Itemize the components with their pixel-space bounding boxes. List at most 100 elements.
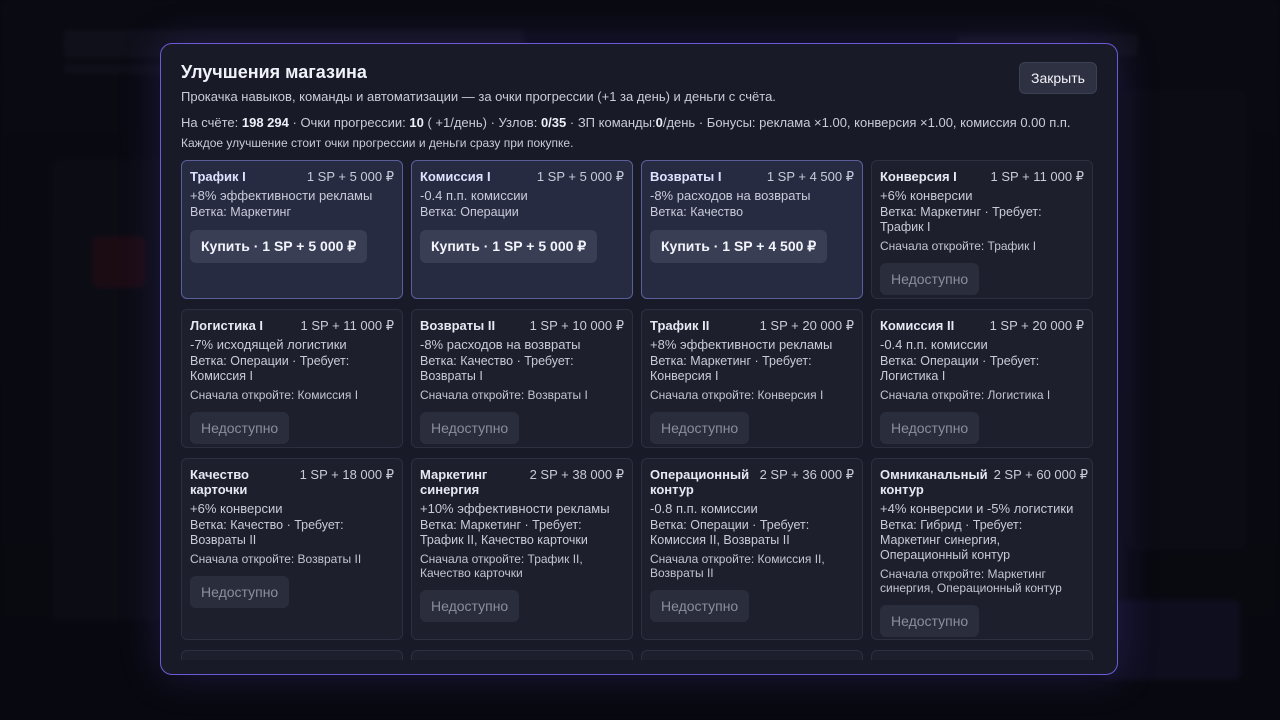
salary-value: 0 bbox=[655, 115, 663, 130]
upgrade-lock-note: Сначала откройте: Маркетинг синергия, Оп… bbox=[880, 567, 1062, 595]
modal-description: Прокачка навыков, команды и автоматизаци… bbox=[181, 89, 776, 104]
upgrade-card-header: Качество карточки 1 SP + 18 000 ₽ bbox=[190, 467, 394, 497]
upgrade-name: Омниканальный контур bbox=[880, 467, 988, 497]
upgrade-branch: Ветка: Операции · Требует: Логистика I bbox=[880, 354, 1040, 383]
upgrade-effect: -8% расходов на возвраты bbox=[420, 337, 581, 352]
upgrade-cost: 1 SP + 20 000 ₽ bbox=[989, 318, 1084, 333]
upgrade-cost: 1 SP + 18 000 ₽ bbox=[299, 467, 394, 482]
upgrades-grid-scroll[interactable]: Трафик I 1 SP + 5 000 ₽ +8% эффективности … bbox=[181, 160, 1097, 660]
upgrade-card-header: Трафик I 1 SP + 5 000 ₽ bbox=[190, 169, 394, 184]
unavailable-button: Недоступно bbox=[880, 412, 980, 444]
upgrade-branch: Ветка: Маркетинг · Требует: Конверсия I bbox=[650, 354, 812, 383]
bonuses-text: · Бонусы: реклама ×1.00, конверсия ×1.00… bbox=[698, 115, 1071, 130]
upgrade-name: Трафик I bbox=[190, 169, 246, 184]
upgrade-effect: -0.4 п.п. комиссии bbox=[880, 337, 988, 352]
upgrade-card-header: Омниканальный контур 2 SP + 60 000 ₽ bbox=[880, 467, 1088, 497]
upgrade-effect: +8% эффективности рекламы bbox=[190, 188, 373, 203]
upgrade-card: Качество карточки 1 SP + 18 000 ₽ +6% конв… bbox=[181, 458, 403, 640]
upgrade-card-partial bbox=[411, 650, 633, 660]
unavailable-button: Недоступно bbox=[880, 605, 980, 637]
upgrade-card-partial bbox=[871, 650, 1093, 660]
upgrade-effect: +6% конверсии bbox=[880, 188, 973, 203]
upgrade-card: Трафик II 1 SP + 20 000 ₽ +8% эффективност… bbox=[641, 309, 863, 448]
upgrade-card-partial bbox=[641, 650, 863, 660]
upgrade-card: Омниканальный контур 2 SP + 60 000 ₽ +4% к… bbox=[871, 458, 1093, 640]
upgrade-card: Возвраты II 1 SP + 10 000 ₽ -8% расходов н… bbox=[411, 309, 633, 448]
upgrade-card: Операционный контур 2 SP + 36 000 ₽ -0.8 п… bbox=[641, 458, 863, 640]
upgrade-cost: 1 SP + 11 000 ₽ bbox=[990, 169, 1084, 184]
upgrade-effect: -7% исходящей логистики bbox=[190, 337, 347, 352]
upgrade-branch: Ветка: Маркетинг bbox=[190, 205, 292, 219]
upgrade-card: Комиссия I 1 SP + 5 000 ₽ -0.4 п.п. комисс… bbox=[411, 160, 633, 299]
buy-upgrade-button[interactable]: Купить · 1 SP + 5 000 ₽ bbox=[420, 230, 598, 263]
close-button[interactable]: Закрыть bbox=[1019, 62, 1097, 94]
upgrade-effect: +8% эффективности рекламы bbox=[650, 337, 833, 352]
upgrade-name: Качество карточки bbox=[190, 467, 249, 497]
upgrades-modal: Улучшения магазина Прокачка навыков, ком… bbox=[160, 43, 1118, 675]
stats-line: На счёте: 198 294 · Очки прогрессии: 10 … bbox=[181, 115, 1071, 130]
upgrade-name: Конверсия I bbox=[880, 169, 957, 184]
upgrade-name: Комиссия II bbox=[880, 318, 955, 333]
upgrade-lock-note: Сначала откройте: Возвраты I bbox=[420, 388, 588, 402]
upgrade-card: Маркетинг синергия 2 SP + 38 000 ₽ +10% эф… bbox=[411, 458, 633, 640]
upgrade-lock-note: Сначала откройте: Трафик I bbox=[880, 239, 1037, 253]
upgrade-effect: +6% конверсии bbox=[190, 501, 283, 516]
upgrade-card-header: Возвраты I 1 SP + 4 500 ₽ bbox=[650, 169, 854, 184]
balance-value: 198 294 bbox=[241, 115, 289, 130]
upgrade-name: Логистика I bbox=[190, 318, 264, 333]
salary-unit: /день bbox=[662, 115, 696, 130]
upgrade-effect: -0.8 п.п. комиссии bbox=[650, 501, 758, 516]
upgrade-lock-note: Сначала откройте: Возвраты II bbox=[190, 552, 362, 566]
upgrade-effect: -8% расходов на возвраты bbox=[650, 188, 811, 203]
upgrade-card-header: Комиссия I 1 SP + 5 000 ₽ bbox=[420, 169, 624, 184]
nodes-value: 0/35 bbox=[540, 115, 567, 130]
upgrade-card: Логистика I 1 SP + 11 000 ₽ -7% исходящей … bbox=[181, 309, 403, 448]
upgrade-cost: 1 SP + 20 000 ₽ bbox=[759, 318, 854, 333]
upgrade-cost: 1 SP + 4 500 ₽ bbox=[766, 169, 854, 184]
upgrade-name: Операционный контур bbox=[650, 467, 750, 497]
upgrade-card-header: Конверсия I 1 SP + 11 000 ₽ bbox=[880, 169, 1084, 184]
upgrade-lock-note: Сначала откройте: Конверсия I bbox=[650, 388, 824, 402]
progress-rate: ( +1/день) bbox=[427, 115, 487, 130]
buy-upgrade-button[interactable]: Купить · 1 SP + 4 500 ₽ bbox=[650, 230, 828, 263]
upgrade-card: Конверсия I 1 SP + 11 000 ₽ +6% конверсии В… bbox=[871, 160, 1093, 299]
upgrade-branch: Ветка: Качество · Требует: Возвраты I bbox=[420, 354, 574, 383]
upgrade-lock-note: Сначала откройте: Комиссия I bbox=[190, 388, 359, 402]
upgrade-name: Возвраты I bbox=[650, 169, 722, 184]
upgrade-name: Возвраты II bbox=[420, 318, 496, 333]
upgrade-cost: 2 SP + 36 000 ₽ bbox=[759, 467, 854, 482]
unavailable-button: Недоступно bbox=[880, 263, 980, 295]
upgrade-card-header: Возвраты II 1 SP + 10 000 ₽ bbox=[420, 318, 624, 333]
upgrade-effect: +10% эффективности рекламы bbox=[420, 501, 610, 516]
upgrade-lock-note: Сначала откройте: Трафик II, Качество ка… bbox=[420, 552, 583, 580]
upgrade-cost: 1 SP + 5 000 ₽ bbox=[536, 169, 624, 184]
upgrade-branch: Ветка: Операции · Требует: Комиссия I bbox=[190, 354, 350, 383]
upgrade-branch: Ветка: Качество · Требует: Возвраты II bbox=[190, 518, 344, 547]
buy-upgrade-button[interactable]: Купить · 1 SP + 5 000 ₽ bbox=[190, 230, 368, 263]
unavailable-button: Недоступно bbox=[650, 412, 750, 444]
upgrade-card: Трафик I 1 SP + 5 000 ₽ +8% эффективности … bbox=[181, 160, 403, 299]
upgrade-card-header: Трафик II 1 SP + 20 000 ₽ bbox=[650, 318, 854, 333]
upgrade-cost: 1 SP + 10 000 ₽ bbox=[529, 318, 624, 333]
upgrade-card-header: Операционный контур 2 SP + 36 000 ₽ bbox=[650, 467, 854, 497]
upgrade-branch: Ветка: Операции bbox=[420, 205, 519, 219]
modal-title: Улучшения магазина bbox=[181, 62, 367, 82]
unavailable-button: Недоступно bbox=[190, 412, 290, 444]
upgrade-cost: 1 SP + 11 000 ₽ bbox=[300, 318, 394, 333]
progress-value: 10 bbox=[409, 115, 424, 130]
upgrade-card: Комиссия II 1 SP + 20 000 ₽ -0.4 п.п. коми… bbox=[871, 309, 1093, 448]
upgrade-branch: Ветка: Маркетинг · Требует: Трафик II, К… bbox=[420, 518, 588, 547]
upgrades-grid: Трафик I 1 SP + 5 000 ₽ +8% эффективности … bbox=[181, 160, 1097, 660]
salary-label: · ЗП команды: bbox=[569, 115, 656, 130]
upgrade-cost: 2 SP + 60 000 ₽ bbox=[993, 467, 1089, 482]
unavailable-button: Недоступно bbox=[420, 412, 520, 444]
upgrade-lock-note: Сначала откройте: Логистика I bbox=[880, 388, 1051, 402]
upgrade-branch: Ветка: Качество bbox=[650, 205, 744, 219]
upgrade-name: Комиссия I bbox=[420, 169, 491, 184]
nodes-label: · Узлов: bbox=[490, 115, 538, 130]
upgrade-name: Трафик II bbox=[650, 318, 710, 333]
upgrade-card-partial bbox=[181, 650, 403, 660]
upgrade-effect: -0.4 п.п. комиссии bbox=[420, 188, 528, 203]
upgrade-branch: Ветка: Операции · Требует: Комиссия II, … bbox=[650, 518, 810, 547]
upgrade-cost: 1 SP + 5 000 ₽ bbox=[306, 169, 394, 184]
